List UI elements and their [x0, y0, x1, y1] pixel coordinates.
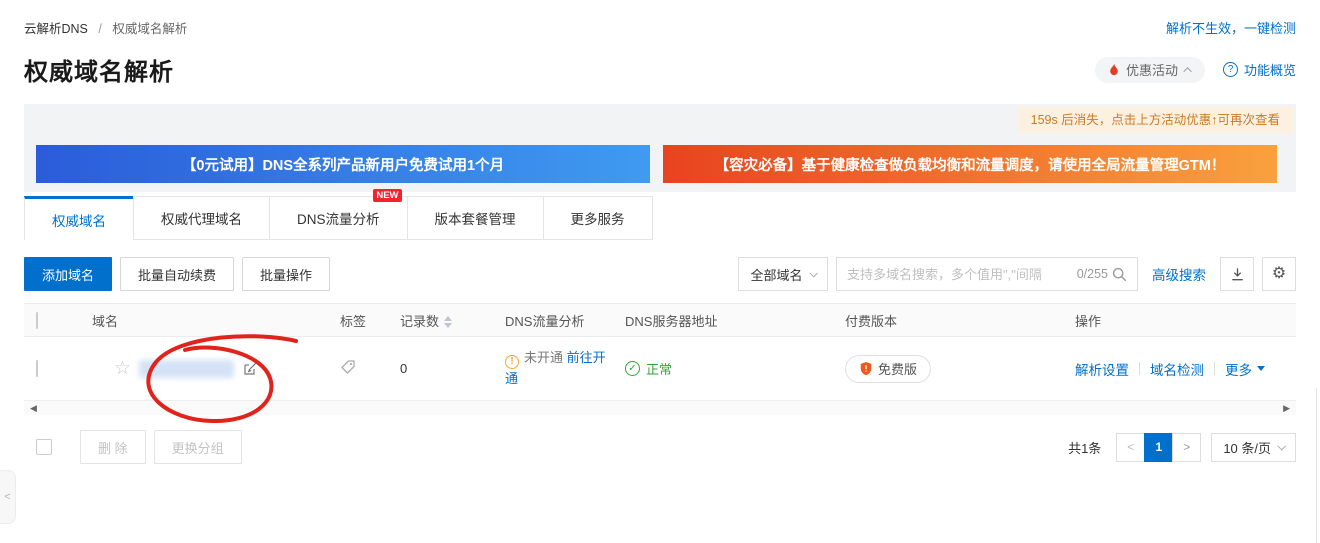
breadcrumb: 云解析DNS / 权威域名解析 解析不生效，一键检测 [24, 0, 1296, 37]
panel-collapse-handle[interactable]: < [0, 470, 16, 524]
feature-overview-label: 功能概览 [1243, 63, 1296, 78]
sort-asc-icon[interactable] [444, 316, 453, 322]
title-row: 权威域名解析 优惠活动 ? 功能概览 [24, 52, 1296, 87]
countdown-tip: 159s 后消失，点击上方活动优惠↑可再次查看 [1017, 107, 1293, 133]
dns-status-text: 正常 [646, 362, 673, 377]
column-header-traffic: DNS流量分析 [505, 313, 585, 329]
traffic-analysis-status: ! 未开通 前往开通 [505, 348, 625, 389]
promo-banner-band: 159s 后消失，点击上方活动优惠↑可再次查看 【0元试用】DNS全系列产品新用… [24, 104, 1296, 192]
pagination-prev-button[interactable]: < [1116, 432, 1146, 462]
tab-proxy-domains[interactable]: 权威代理域名 [133, 196, 270, 240]
add-domain-button[interactable]: 添加域名 [24, 257, 113, 291]
domain-filter-value: 全部域名 [750, 267, 803, 283]
gear-icon: ⚙ [1271, 265, 1287, 282]
tab-label: 权威域名 [52, 213, 106, 229]
tab-bar: 权威域名 权威代理域名 DNS流量分析 NEW 版本套餐管理 更多服务 [24, 189, 1296, 240]
warning-icon: ! [505, 355, 519, 369]
sort-desc-icon[interactable] [444, 323, 453, 329]
row-checkbox[interactable] [36, 360, 38, 377]
plan-badge-label: 免费版 [878, 362, 918, 377]
feature-overview-link[interactable]: ? 功能概览 [1222, 60, 1296, 79]
tab-more-services[interactable]: 更多服务 [542, 196, 653, 240]
pagination-next-button[interactable]: > [1172, 432, 1202, 462]
dns-server-status: ✓ 正常 [625, 359, 845, 378]
caret-up-icon [1183, 66, 1192, 76]
tab-label: 更多服务 [570, 212, 625, 227]
divider [1139, 362, 1140, 375]
column-header-records-label: 记录数 [400, 313, 440, 329]
column-header-dns-server: DNS服务器地址 [625, 313, 718, 329]
table-header: 域名 标签 记录数 DNS流量分析 DNS服务器地址 付费版本 操作 [24, 303, 1296, 337]
scroll-right-arrow[interactable]: ▶ [1283, 403, 1290, 413]
column-header-plan: 付费版本 [845, 313, 898, 329]
batch-auto-renew-button[interactable]: 批量自动续费 [120, 257, 235, 291]
delete-button[interactable]: 删 除 [80, 430, 146, 464]
dns-console-page: 云解析DNS / 权威域名解析 解析不生效，一键检测 权威域名解析 优惠活动 ? [0, 0, 1320, 543]
tab-label: 版本套餐管理 [434, 212, 516, 227]
edit-remark-icon[interactable] [242, 361, 258, 377]
more-actions-label: 更多 [1225, 362, 1252, 378]
tab-dns-traffic-analysis[interactable]: DNS流量分析 NEW [269, 189, 408, 240]
divider [1214, 362, 1215, 375]
tab-label: 权威代理域名 [161, 212, 242, 227]
check-circle-icon: ✓ [625, 361, 640, 376]
sort-control[interactable] [444, 316, 453, 329]
column-header-tag: 标签 [340, 313, 367, 329]
tab-plan-management[interactable]: 版本套餐管理 [406, 196, 544, 240]
export-button[interactable] [1220, 257, 1254, 291]
new-badge: NEW [373, 189, 402, 202]
tab-label: DNS流量分析 [297, 212, 380, 227]
page-title: 权威域名解析 [24, 59, 174, 86]
table-footer: 删 除 更换分组 共1条 < 1 > 10 条/页 [24, 430, 1296, 464]
batch-operation-button[interactable]: 批量操作 [242, 257, 331, 291]
toolbar: 添加域名 批量自动续费 批量操作 全部域名 0/255 高级搜索 [24, 257, 1296, 291]
pagination-page-1[interactable]: 1 [1144, 432, 1174, 462]
scroll-left-arrow[interactable]: ◀ [30, 403, 37, 413]
table-row: ☆ 0 ! 未开通 前往开通 ✓ 正常 免费版 解析设置 域名检测 更多 [24, 337, 1296, 401]
flame-icon [1110, 63, 1118, 75]
more-actions-link[interactable]: 更多 [1225, 359, 1265, 379]
question-circle-icon: ? [1222, 62, 1238, 77]
download-icon [1231, 267, 1243, 280]
change-group-button[interactable]: 更换分组 [153, 430, 242, 464]
record-count[interactable]: 0 [400, 361, 505, 376]
free-trial-banner[interactable]: 【0元试用】DNS全系列产品新用户免费试用1个月 [36, 145, 650, 183]
advanced-search-link[interactable]: 高级搜索 [1152, 264, 1206, 284]
favorite-star-icon[interactable]: ☆ [114, 359, 131, 378]
caret-down-icon [1257, 366, 1265, 371]
total-count: 共1条 [1068, 440, 1102, 456]
search-icon[interactable] [1112, 267, 1127, 282]
breadcrumb-root[interactable]: 云解析DNS [24, 22, 88, 36]
diagnose-link[interactable]: 解析不生效，一键检测 [1166, 18, 1296, 37]
gtm-banner[interactable]: 【容灾必备】基于健康检查做负载均衡和流量调度，请使用全局流量管理GTM！ [663, 145, 1277, 183]
breadcrumb-separator: / [98, 22, 102, 36]
promo-activity-button[interactable]: 优惠活动 [1094, 56, 1205, 83]
plan-badge[interactable]: 免费版 [845, 354, 932, 383]
column-settings-button[interactable]: ⚙ [1262, 257, 1296, 291]
shield-icon [860, 361, 872, 376]
chevron-down-icon [1277, 442, 1286, 451]
horizontal-scrollbar[interactable]: ◀ ▶ [24, 401, 1296, 415]
domain-filter-select[interactable]: 全部域名 [738, 257, 828, 291]
footer-select-all-checkbox[interactable] [36, 439, 52, 455]
page-size-value: 10 条/页 [1223, 440, 1271, 456]
char-counter: 0/255 [1076, 267, 1108, 281]
page-size-select[interactable]: 10 条/页 [1211, 432, 1296, 462]
domain-name-redacted[interactable] [139, 359, 235, 378]
search-input[interactable] [847, 266, 1077, 282]
vertical-scrollbar-line [1316, 388, 1317, 543]
column-header-actions: 操作 [1075, 313, 1102, 329]
select-all-checkbox[interactable] [36, 311, 38, 329]
domain-check-link[interactable]: 域名检测 [1150, 359, 1204, 379]
tab-authoritative-domains[interactable]: 权威域名 [24, 196, 134, 240]
breadcrumb-current: 权威域名解析 [112, 22, 188, 36]
traffic-status-text: 未开通 [524, 350, 564, 365]
resolve-settings-link[interactable]: 解析设置 [1075, 359, 1129, 379]
search-box: 0/255 [836, 257, 1138, 291]
column-header-domain: 域名 [92, 313, 119, 329]
promo-activity-label: 优惠活动 [1125, 63, 1178, 78]
tag-icon[interactable] [340, 359, 356, 375]
chevron-down-icon [808, 269, 818, 278]
column-header-records: 记录数 [400, 311, 505, 330]
